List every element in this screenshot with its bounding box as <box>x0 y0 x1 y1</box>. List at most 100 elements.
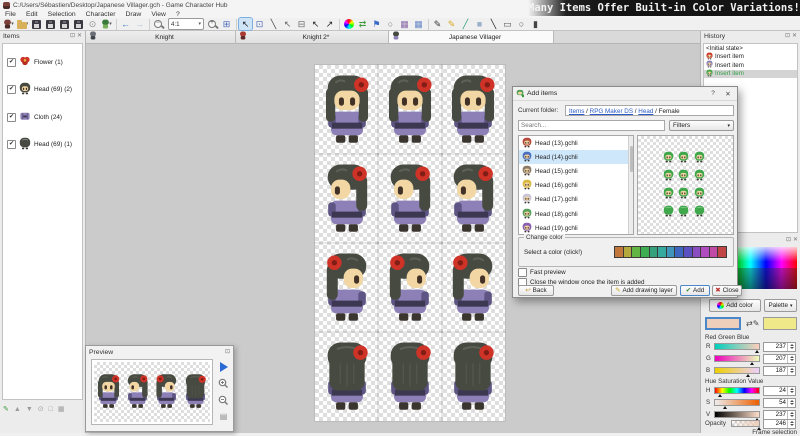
float-panel-icon[interactable]: ⊡ <box>786 236 791 245</box>
channel-spinbox[interactable]: 187 <box>763 366 796 376</box>
stepper-icon[interactable] <box>787 343 795 351</box>
menu-view[interactable]: View <box>146 11 171 18</box>
history-entry[interactable]: Insert item <box>704 70 797 79</box>
fast-preview-checkbox[interactable]: Fast preview <box>518 268 566 277</box>
channel-slider[interactable] <box>714 411 760 418</box>
open-button[interactable]: ▾ <box>16 18 29 30</box>
add-drawing-layer-button[interactable]: ✎Add drawing layer <box>611 285 677 296</box>
dialog-close-button[interactable]: ✕ <box>722 89 734 99</box>
stepper-icon[interactable] <box>787 399 795 407</box>
tab-knight[interactable]: Knight <box>86 31 236 43</box>
close-panel-icon[interactable]: ✕ <box>793 236 798 245</box>
menu-file[interactable]: File <box>0 11 21 18</box>
save-all-button[interactable] <box>58 18 71 30</box>
new-character-button[interactable]: ▾ <box>2 18 15 30</box>
channel-slider[interactable] <box>714 399 760 406</box>
stepper-icon[interactable] <box>787 387 795 395</box>
stepper-icon[interactable] <box>787 367 795 375</box>
file-row[interactable]: Head (15).gchli <box>519 164 633 178</box>
stepper-icon[interactable] <box>787 355 795 363</box>
ellipse-tool-button[interactable]: ○ <box>515 18 528 30</box>
add-button[interactable]: ✔Add <box>680 285 710 296</box>
delete-layer-icon[interactable]: □ <box>49 406 53 413</box>
stepper-icon[interactable] <box>787 420 795 428</box>
breadcrumb-rpg-maker-ds[interactable]: RPG Maker DS <box>590 108 633 115</box>
layer-row[interactable]: ✔Head (69) (1) <box>3 135 82 154</box>
select-frame-tool-button[interactable]: ⊡ <box>253 18 266 30</box>
save-as-button[interactable] <box>44 18 57 30</box>
file-row[interactable]: Head (16).gchli <box>519 179 633 193</box>
slider-marker[interactable] <box>746 374 750 377</box>
character-generator-button[interactable]: ▾ <box>100 18 113 30</box>
secondary-color-swatch[interactable] <box>763 317 797 330</box>
channel-spinbox[interactable]: 54 <box>763 398 796 408</box>
opacity-slider[interactable] <box>731 420 760 427</box>
export-preview-icon[interactable]: ▤ <box>220 412 228 421</box>
file-row[interactable]: Head (17).gchli <box>519 193 633 207</box>
move-item-button[interactable]: ↖ <box>309 18 322 30</box>
zoom-out-icon[interactable] <box>218 395 229 406</box>
menu-edit[interactable]: Edit <box>21 11 43 18</box>
close-panel-icon[interactable]: ✕ <box>77 32 82 41</box>
swap-colors-button[interactable]: ⇄ <box>356 18 369 30</box>
breadcrumb-items[interactable]: Items <box>569 108 584 115</box>
back-button[interactable]: ↩Back <box>518 285 554 296</box>
scrollbar-thumb[interactable] <box>630 146 634 172</box>
stepper-icon[interactable] <box>787 411 795 419</box>
tab-japanese-villager[interactable]: Japanese Villager <box>389 31 554 43</box>
layer-checkbox[interactable]: ✔ <box>7 140 16 149</box>
tab-knight-2-[interactable]: Knight 2* <box>236 31 389 43</box>
layer-row[interactable]: ✔Flower (1) <box>3 53 82 71</box>
history-entry[interactable]: <Initial state> <box>704 44 797 53</box>
save-button[interactable] <box>30 18 43 30</box>
file-row[interactable]: Head (14).gchli <box>519 150 633 164</box>
pen-tool-button[interactable]: ✎ <box>431 18 444 30</box>
eyedropper-tool-button[interactable]: ╱ <box>459 18 472 30</box>
menu-character[interactable]: Character <box>81 11 121 18</box>
swap-colors-icon[interactable]: ⇄✎ <box>746 319 759 328</box>
file-row[interactable]: Head (18).gchli <box>519 207 633 221</box>
redo-button[interactable]: → <box>133 18 146 30</box>
layer-properties-icon[interactable]: ▦ <box>58 405 65 413</box>
breadcrumb-head[interactable]: Head <box>638 108 653 115</box>
channel-slider[interactable] <box>714 355 760 362</box>
color-variation-swatch[interactable] <box>717 246 727 258</box>
channel-slider[interactable] <box>714 367 760 374</box>
menu-selection[interactable]: Selection <box>43 11 81 18</box>
history-entry[interactable]: Insert item <box>704 53 797 62</box>
color-wheel-button[interactable] <box>342 18 355 30</box>
history-entry[interactable]: Insert item <box>704 61 797 70</box>
move-layer-down-icon[interactable]: ▼ <box>26 406 33 413</box>
layer-row[interactable]: ✔Head (69) (2) <box>3 80 82 99</box>
move-layer-button[interactable]: ↗ <box>323 18 336 30</box>
fill-tool-button[interactable]: ▮ <box>529 18 542 30</box>
slider-marker[interactable] <box>755 350 759 353</box>
default-colors-button[interactable]: ⚑ <box>370 18 383 30</box>
move-layer-up-icon[interactable]: ▲ <box>14 406 21 413</box>
layer-row[interactable]: ✔Cloth (24) <box>3 108 82 126</box>
slider-marker[interactable] <box>718 394 722 397</box>
zoom-in-button[interactable]: + <box>206 18 219 30</box>
search-input[interactable] <box>518 120 665 131</box>
detach-panel-icon[interactable]: ⊡ <box>225 348 230 357</box>
palette-dropdown[interactable]: Palette ▾ <box>764 299 797 312</box>
layer-checkbox[interactable]: ✔ <box>7 58 16 67</box>
subtract-select-button[interactable]: ⊟ <box>295 18 308 30</box>
float-panel-icon[interactable]: ⊡ <box>785 32 790 41</box>
menu-draw[interactable]: Draw <box>120 11 146 18</box>
sprite-sheet[interactable] <box>315 65 505 421</box>
reload-button[interactable]: ⊙ <box>86 18 99 30</box>
zoom-out-button[interactable]: − <box>152 18 165 30</box>
export-image-button[interactable] <box>72 18 85 30</box>
transparent-color-button[interactable]: ○ <box>384 18 397 30</box>
layer-checkbox[interactable]: ✔ <box>7 113 16 122</box>
add-color-button[interactable]: Add color <box>709 299 761 312</box>
layer-checkbox[interactable]: ✔ <box>7 85 16 94</box>
play-animation-button[interactable] <box>220 362 228 372</box>
opacity-spinbox[interactable]: 246 <box>763 419 796 429</box>
pen-select-tool-button[interactable]: ╲ <box>267 18 280 30</box>
eraser-tool-button[interactable]: ■ <box>473 18 486 30</box>
file-list-scrollbar[interactable] <box>628 136 633 234</box>
channel-spinbox[interactable]: 237 <box>763 342 796 352</box>
zoom-in-icon[interactable] <box>218 378 229 389</box>
